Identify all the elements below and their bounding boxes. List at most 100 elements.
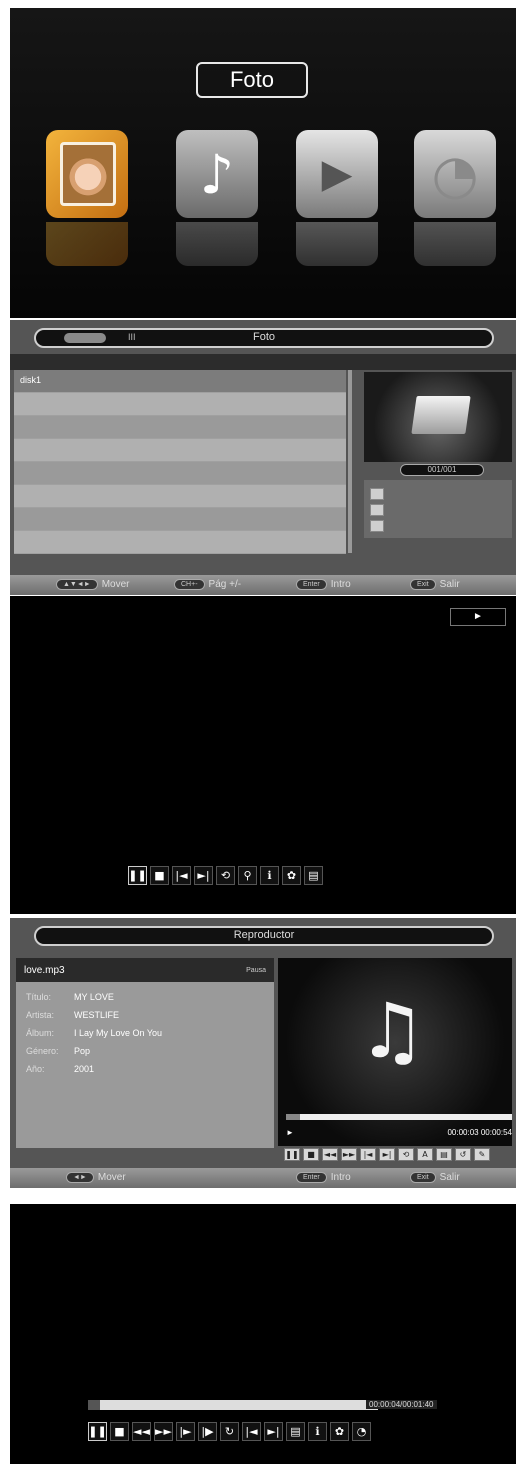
list-item[interactable] xyxy=(14,531,346,554)
menu-title: Foto xyxy=(196,62,308,98)
playlist-icon[interactable]: ▤ xyxy=(286,1422,305,1441)
preview-pane xyxy=(364,372,512,462)
photo-icon[interactable] xyxy=(46,130,128,218)
stop-icon[interactable]: ■ xyxy=(150,866,169,885)
repeat-icon[interactable]: ⟲ xyxy=(398,1148,414,1161)
repeat-icon[interactable]: ↻ xyxy=(220,1422,239,1441)
photo-player-screen: ► ❚❚ ■ |◄ ►| ⟲ ⚲ ℹ ✿ ▤ xyxy=(10,596,516,914)
meta-key: Artista: xyxy=(26,1010,55,1020)
track-header: love.mp3 Pausa xyxy=(16,958,274,982)
file-browser-screen: III Foto disk1 001/001 ▲▼◄► Mover CH+- Pág… xyxy=(10,320,516,595)
zoom-icon[interactable]: ⚲ xyxy=(238,866,257,885)
time-display: 00:00:04/00:01:40 xyxy=(366,1400,437,1409)
ab-icon[interactable]: A xyxy=(417,1148,433,1161)
meta-value: 2001 xyxy=(74,1064,95,1074)
meta-key: Género: xyxy=(26,1046,59,1056)
settings-icon[interactable]: ✿ xyxy=(330,1422,349,1441)
video-controls: ❚❚ ■ ◄◄ ►► |► |▶ ↻ |◄ ►| ▤ ℹ ✿ ◔ xyxy=(88,1422,371,1441)
prev-icon[interactable]: |◄ xyxy=(172,866,191,885)
clock-icon[interactable]: ◔ xyxy=(352,1422,371,1441)
info-icon[interactable]: ℹ xyxy=(260,866,279,885)
list-item[interactable] xyxy=(14,416,346,439)
header-bar: Reproductor xyxy=(34,926,494,946)
meta-key: Álbum: xyxy=(26,1028,55,1038)
header-title: Foto xyxy=(252,331,275,343)
prev-icon[interactable]: |◄ xyxy=(242,1422,261,1441)
video-player-screen: 00:00:04/00:01:40 ❚❚ ■ ◄◄ ►► |► |▶ ↻ |◄ … xyxy=(10,1204,516,1464)
fast-forward-icon[interactable]: ►► xyxy=(341,1148,357,1161)
pause-icon[interactable]: ❚❚ xyxy=(88,1422,107,1441)
settings-icon-reflection xyxy=(414,222,496,266)
music-icon-reflection xyxy=(176,222,258,266)
playlist-icon[interactable]: ▤ xyxy=(304,866,323,885)
video-icon-reflection xyxy=(296,222,378,266)
playlist-icon[interactable]: ▤ xyxy=(436,1148,452,1161)
list-item[interactable] xyxy=(14,508,346,531)
settings-icon[interactable]: ◔ xyxy=(414,130,496,218)
slow-forward-icon[interactable]: |► xyxy=(176,1422,195,1441)
hint-move: ◄► Mover xyxy=(66,1172,126,1183)
video-icon[interactable]: ▶ xyxy=(296,130,378,218)
repeat-icon[interactable]: ⟲ xyxy=(216,866,235,885)
header-band xyxy=(10,354,516,370)
list-item[interactable] xyxy=(14,439,346,462)
meta-value: WESTLIFE xyxy=(74,1010,120,1020)
rewind-icon[interactable]: ◄◄ xyxy=(132,1422,151,1441)
step-forward-icon[interactable]: |▶ xyxy=(198,1422,217,1441)
prev-icon[interactable]: |◄ xyxy=(360,1148,376,1161)
settings-icon[interactable]: ✿ xyxy=(282,866,301,885)
folder-icon xyxy=(411,396,471,434)
next-icon[interactable]: ►| xyxy=(194,866,213,885)
time-display: ► 00:00:03 00:00:54 xyxy=(286,1128,512,1137)
image-icon xyxy=(370,520,384,532)
play-state: Pausa xyxy=(246,966,266,974)
main-menu-screen: Foto ♪ ▶ ◔ xyxy=(10,8,516,318)
hint-bar: ▲▼◄► Mover CH+- Pág +/- Enter Intro Exit Sal… xyxy=(10,575,516,595)
hint-enter: Enter Intro xyxy=(296,1172,351,1183)
hint-bar: ◄► Mover Enter Intro Exit Salir xyxy=(10,1168,516,1188)
hint-enter: Enter Intro xyxy=(296,579,351,590)
play-status: ► xyxy=(450,608,506,626)
list-item[interactable] xyxy=(14,393,346,416)
info-box xyxy=(364,480,512,538)
track-info: love.mp3 Pausa Título: MY LOVE Artista: WE… xyxy=(16,958,274,1148)
loop-icon[interactable]: ↺ xyxy=(455,1148,471,1161)
pause-icon[interactable]: ❚❚ xyxy=(284,1148,300,1161)
music-controls: ❚❚ ■ ◄◄ ►► |◄ ►| ⟲ A ▤ ↺ ✎ xyxy=(284,1148,490,1161)
stop-icon[interactable]: ■ xyxy=(303,1148,319,1161)
edit-icon[interactable]: ✎ xyxy=(474,1148,490,1161)
pause-icon[interactable]: ❚❚ xyxy=(128,866,147,885)
image-icon xyxy=(370,504,384,516)
file-list: disk1 xyxy=(14,370,346,554)
meta-value: Pop xyxy=(74,1046,91,1056)
info-icon[interactable]: ℹ xyxy=(308,1422,327,1441)
rewind-icon[interactable]: ◄◄ xyxy=(322,1148,338,1161)
hint-exit: Exit Salir xyxy=(410,1172,460,1183)
list-item[interactable] xyxy=(14,462,346,485)
image-icon xyxy=(370,488,384,500)
header-bar: III Foto xyxy=(34,328,494,348)
music-player-screen: Reproductor love.mp3 Pausa Título: MY LOV… xyxy=(10,918,516,1188)
photo-controls: ❚❚ ■ |◄ ►| ⟲ ⚲ ℹ ✿ ▤ xyxy=(128,866,323,885)
hint-move: ▲▼◄► Mover xyxy=(56,579,130,590)
photo-icon-reflection xyxy=(46,222,128,266)
music-note-icon: ♫ xyxy=(358,986,427,1075)
meta-value: I Lay My Love On You xyxy=(74,1028,163,1038)
file-counter: 001/001 xyxy=(400,464,484,476)
list-item[interactable]: disk1 xyxy=(14,370,346,393)
music-icon[interactable]: ♪ xyxy=(176,130,258,218)
next-icon[interactable]: ►| xyxy=(264,1422,283,1441)
metadata: Título: MY LOVE Artista: WESTLIFE Álbum: I … xyxy=(16,982,274,1084)
list-item[interactable] xyxy=(14,485,346,508)
stop-icon[interactable]: ■ xyxy=(110,1422,129,1441)
file-name: love.mp3 xyxy=(24,964,65,976)
meta-key: Título: xyxy=(26,992,52,1002)
progress-bar[interactable] xyxy=(286,1114,512,1120)
meta-key: Año: xyxy=(26,1064,45,1074)
scrollbar[interactable] xyxy=(348,370,352,553)
hint-exit: Exit Salir xyxy=(410,579,460,590)
header-title: Reproductor xyxy=(233,929,295,941)
progress-bar[interactable] xyxy=(88,1400,378,1410)
next-icon[interactable]: ►| xyxy=(379,1148,395,1161)
fast-forward-icon[interactable]: ►► xyxy=(154,1422,173,1441)
